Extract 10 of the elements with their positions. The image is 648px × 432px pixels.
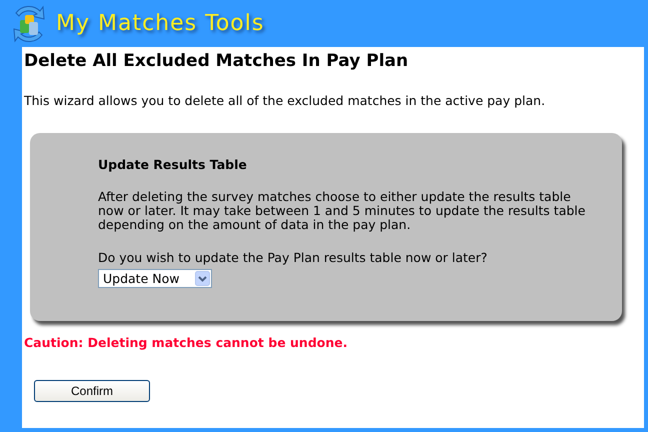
page-heading: Delete All Excluded Matches In Pay Plan bbox=[24, 51, 410, 71]
caution-message: Caution: Deleting matches cannot be undone. bbox=[24, 335, 348, 350]
chevron-down-icon bbox=[195, 271, 210, 286]
panel-heading: Update Results Table bbox=[98, 157, 248, 172]
panel-description: After deleting the survey matches choose to either update the results table now or later. It may take between 1 and 5 minutes to update the results table depending on the amount of data in the pay plan. bbox=[98, 190, 586, 232]
intro-text: This wizard allows you to delete all of the excluded matches in the active pay plan. bbox=[24, 93, 546, 108]
confirm-button[interactable]: Confirm bbox=[34, 380, 150, 402]
app-title: My Matches Tools bbox=[56, 11, 264, 36]
question-label: Do you wish to update the Pay Plan results table now or later? bbox=[98, 250, 488, 265]
update-dropdown[interactable]: Update Now bbox=[98, 269, 212, 288]
